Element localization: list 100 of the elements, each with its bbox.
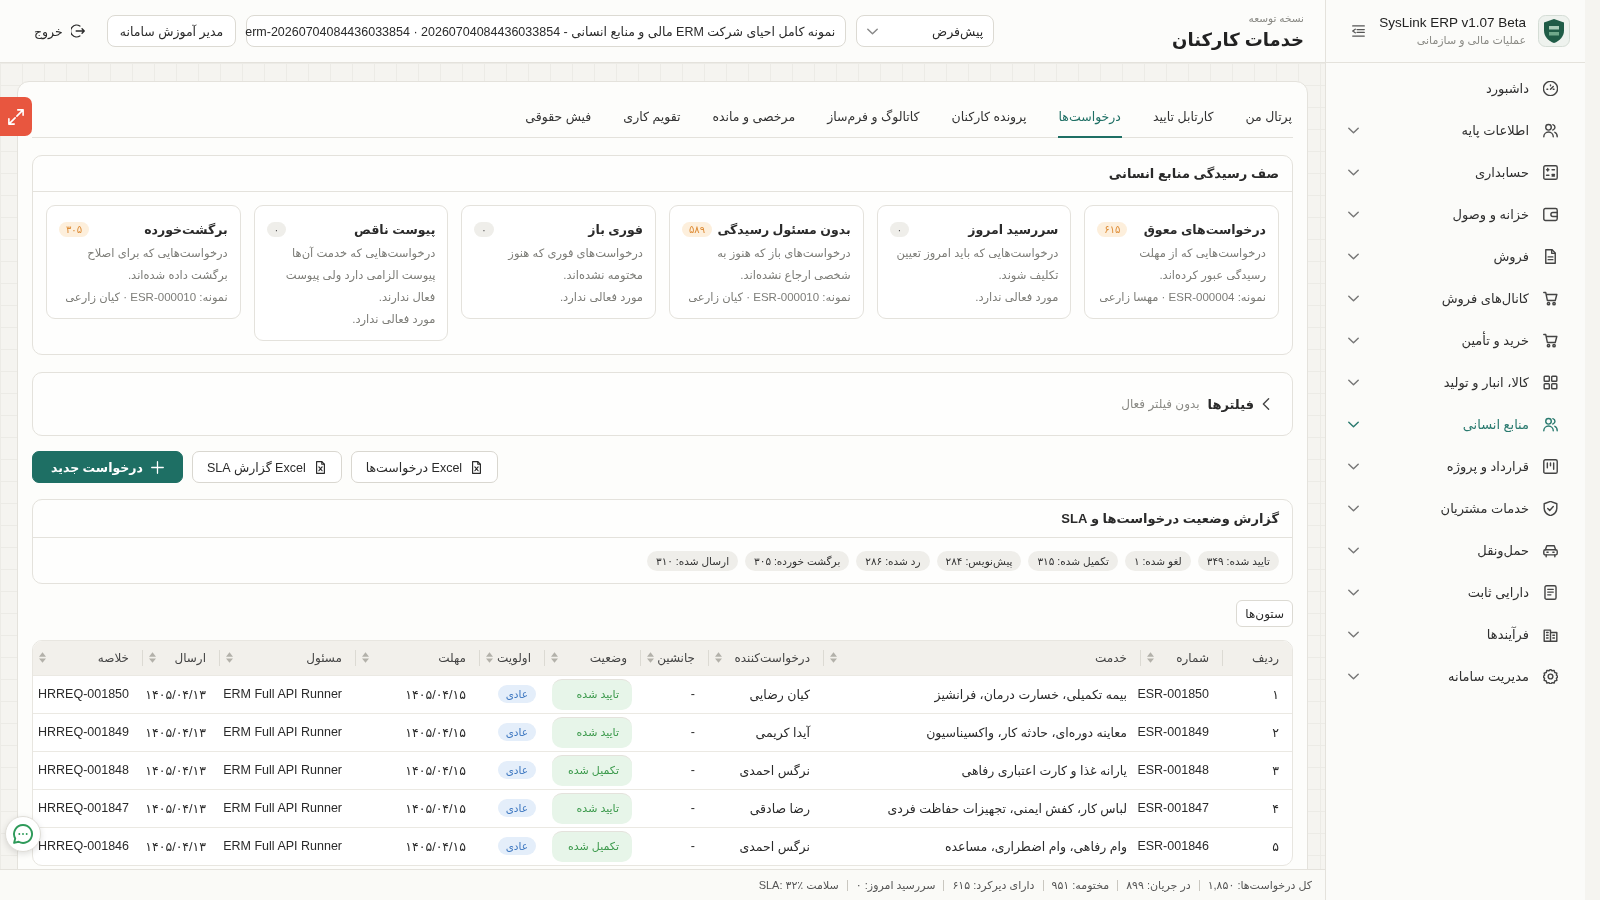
- card-footer: نمونه: ESR-000004 · مهسا زارعی: [1097, 286, 1266, 308]
- nav-item[interactable]: منابع انسانی: [1326, 403, 1585, 445]
- tab[interactable]: پرونده کارکنان: [950, 96, 1028, 138]
- table-cell: ۱۴۰۵/۰۴/۱۳: [142, 827, 219, 865]
- nav-item[interactable]: داشبورد: [1326, 67, 1585, 109]
- table-cell: ۱: [1222, 675, 1292, 713]
- cart-icon: [1543, 290, 1558, 306]
- profile-select[interactable]: پیش‌فرض: [856, 15, 995, 47]
- priority-badge: عادی: [497, 685, 536, 703]
- column-header[interactable]: مسئول: [219, 641, 355, 675]
- card-description: درخواست‌هایی که باید امروز تعیین تکلیف شوند.: [895, 246, 1059, 284]
- tab[interactable]: کاتالوگ و فرم‌ساز: [826, 96, 921, 138]
- queue-card[interactable]: بدون مسئول رسیدگی ۵۸۹ درخواست‌های باز که هنوز به شخصی ارجاع نشده‌اند. نمونه: ESR-000010 · کیان زارعی: [669, 205, 864, 319]
- sort-icon: [551, 652, 558, 664]
- queue-card[interactable]: سررسید امروز ۰ درخواست‌هایی که باید امروز تعیین تکلیف شوند. مورد فعالی ندارد.: [876, 205, 1072, 319]
- table-cell: -: [640, 789, 708, 827]
- status-badge: تایید شده: [552, 678, 632, 710]
- count-badge: ۶۱۵: [1097, 221, 1128, 237]
- app-title: SysLink ERP v1.07 Beta: [1379, 15, 1526, 30]
- column-header[interactable]: شماره: [1140, 641, 1222, 675]
- card-title: بدون مسئول رسیدگی: [717, 221, 851, 237]
- fullscreen-button[interactable]: [0, 97, 32, 136]
- chat-button[interactable]: [5, 816, 41, 852]
- column-header[interactable]: درخواست‌کننده: [708, 641, 823, 675]
- nav-item[interactable]: خرید و تأمین: [1326, 319, 1585, 361]
- logout-icon: [70, 24, 85, 38]
- panel-title: گزارش وضعیت درخواست‌ها و SLA: [1061, 511, 1279, 526]
- table-cell: HRREQ-001849: [33, 713, 142, 751]
- count-chip: رد شده: ۲۸۶: [856, 550, 930, 571]
- card-footer: مورد فعالی ندارد.: [266, 308, 436, 330]
- column-header[interactable]: خدمت: [823, 641, 1140, 675]
- column-header[interactable]: اولویت: [479, 641, 544, 675]
- chevron-down-icon: [1348, 250, 1359, 262]
- table-cell: -: [640, 675, 708, 713]
- column-header[interactable]: وضعیت: [544, 641, 640, 675]
- queue-card[interactable]: پیوست ناقص ۰ درخواست‌هایی که خدمت آن‌ها پیوست الزامی دارد ولی پیوست فعال ندارند. مورد فعالی ندارد.: [253, 205, 449, 341]
- count-badge: ۰: [266, 221, 287, 237]
- nav-item[interactable]: اطلاعات پایه: [1326, 109, 1585, 151]
- nav-item[interactable]: کالا، انبار و تولید: [1326, 361, 1585, 403]
- table-cell: رضا صادقی: [708, 789, 823, 827]
- excel-export-button[interactable]: Excel درخواست‌ها: [350, 451, 499, 483]
- table-cell: ۱۴۰۵/۰۴/۱۵: [355, 789, 479, 827]
- nav-item[interactable]: مدیریت سامانه: [1326, 655, 1585, 697]
- gauge-icon: [1543, 80, 1558, 96]
- column-header[interactable]: ارسال: [142, 641, 219, 675]
- nav-item[interactable]: قرارداد و پروژه: [1326, 445, 1585, 487]
- tab[interactable]: فیش حقوقی: [524, 96, 593, 138]
- excel-export-button[interactable]: Excel گزارش SLA: [191, 451, 342, 483]
- sort-icon: [830, 652, 837, 664]
- card-description: درخواست‌هایی که خدمت آن‌ها پیوست الزامی دارد ولی پیوست فعال ندارند.: [284, 245, 436, 306]
- table-cell: ۴: [1222, 789, 1292, 827]
- nav-item[interactable]: فرآیندها: [1326, 613, 1585, 655]
- nav-item[interactable]: فروش: [1326, 235, 1585, 277]
- dataset-select[interactable]: نمونه کامل احیای شرکت ERM مالی و منابع انسانی - 20260704084436033854 · erm-20260704084436033854: [246, 15, 847, 47]
- card-title: برگشت‌خورده: [144, 221, 228, 237]
- filter-summary: بدون فیلتر فعال: [1121, 397, 1200, 411]
- logout-button[interactable]: خروج: [34, 23, 85, 39]
- sort-icon: [149, 652, 156, 664]
- column-header[interactable]: خلاصه: [33, 641, 142, 675]
- chevron-down-icon: [1348, 124, 1359, 136]
- chevron-down-icon: [1348, 544, 1359, 556]
- nav-item[interactable]: حسابداری: [1326, 151, 1585, 193]
- queue-card[interactable]: فوری باز ۰ درخواست‌های فوری که هنوز مختومه نشده‌اند. مورد فعالی ندارد.: [461, 205, 656, 319]
- card-description: درخواست‌هایی که از مهلت رسیدگی عبور کرده‌اند.: [1138, 246, 1266, 284]
- card-title: فوری باز: [588, 221, 643, 237]
- nav-item[interactable]: کانال‌های فروش: [1326, 277, 1585, 319]
- chat-icon: [13, 824, 33, 844]
- card-title: پیوست ناقص: [354, 221, 436, 237]
- wallet-icon: [1543, 206, 1558, 222]
- nav-item[interactable]: خدمات مشتریان: [1326, 487, 1585, 529]
- sort-icon: [715, 652, 722, 664]
- chevron-down-icon: [1348, 586, 1359, 598]
- queue-card[interactable]: درخواست‌های معوق ۶۱۵ درخواست‌هایی که از مهلت رسیدگی عبور کرده‌اند. نمونه: ESR-000004 · مهسا زارعی: [1084, 205, 1279, 319]
- nav-item[interactable]: دارایی ثابت: [1326, 571, 1585, 613]
- filter-panel[interactable]: فیلترها بدون فیلتر فعال: [32, 372, 1293, 436]
- columns-button[interactable]: ستون‌ها: [1236, 600, 1293, 627]
- grid-icon: [1543, 374, 1558, 390]
- chevron-down-icon: [1348, 502, 1359, 514]
- people-icon: [1543, 416, 1558, 432]
- new-request-button[interactable]: درخواست جدید: [32, 451, 183, 483]
- priority-badge: عادی: [497, 761, 536, 779]
- status-badge: تکمیل شده: [552, 830, 632, 862]
- tab[interactable]: تقویم کاری: [622, 96, 682, 138]
- nav-item[interactable]: خزانه و وصول: [1326, 193, 1585, 235]
- role-button[interactable]: مدیر آموزش سامانه: [106, 15, 237, 47]
- tab[interactable]: درخواست‌ها: [1057, 96, 1122, 138]
- tab[interactable]: کارتابل تایید: [1151, 96, 1215, 138]
- table-cell: ESR-001850: [1140, 675, 1222, 713]
- tab[interactable]: پرتال من: [1244, 96, 1293, 138]
- spreadsheet-file-icon: [313, 460, 327, 474]
- table-cell: ۱۴۰۵/۰۴/۱۵: [355, 713, 479, 751]
- queue-card[interactable]: برگشت‌خورده ۳۰۵ درخواست‌هایی که برای اصلاح برگشت داده شده‌اند. نمونه: ESR-000010 · کیان زارعی: [46, 205, 241, 319]
- table-cell: HRREQ-001850: [33, 675, 142, 713]
- expand-icon: [8, 108, 24, 125]
- tab[interactable]: مرخصی و مانده: [711, 96, 797, 138]
- table-cell: ERM Full API Runner: [219, 751, 355, 789]
- column-header[interactable]: جانشین: [640, 641, 708, 675]
- column-header[interactable]: مهلت: [355, 641, 479, 675]
- nav-item[interactable]: حمل‌ونقل: [1326, 529, 1585, 571]
- sidebar-toggle-icon[interactable]: [1352, 25, 1365, 37]
